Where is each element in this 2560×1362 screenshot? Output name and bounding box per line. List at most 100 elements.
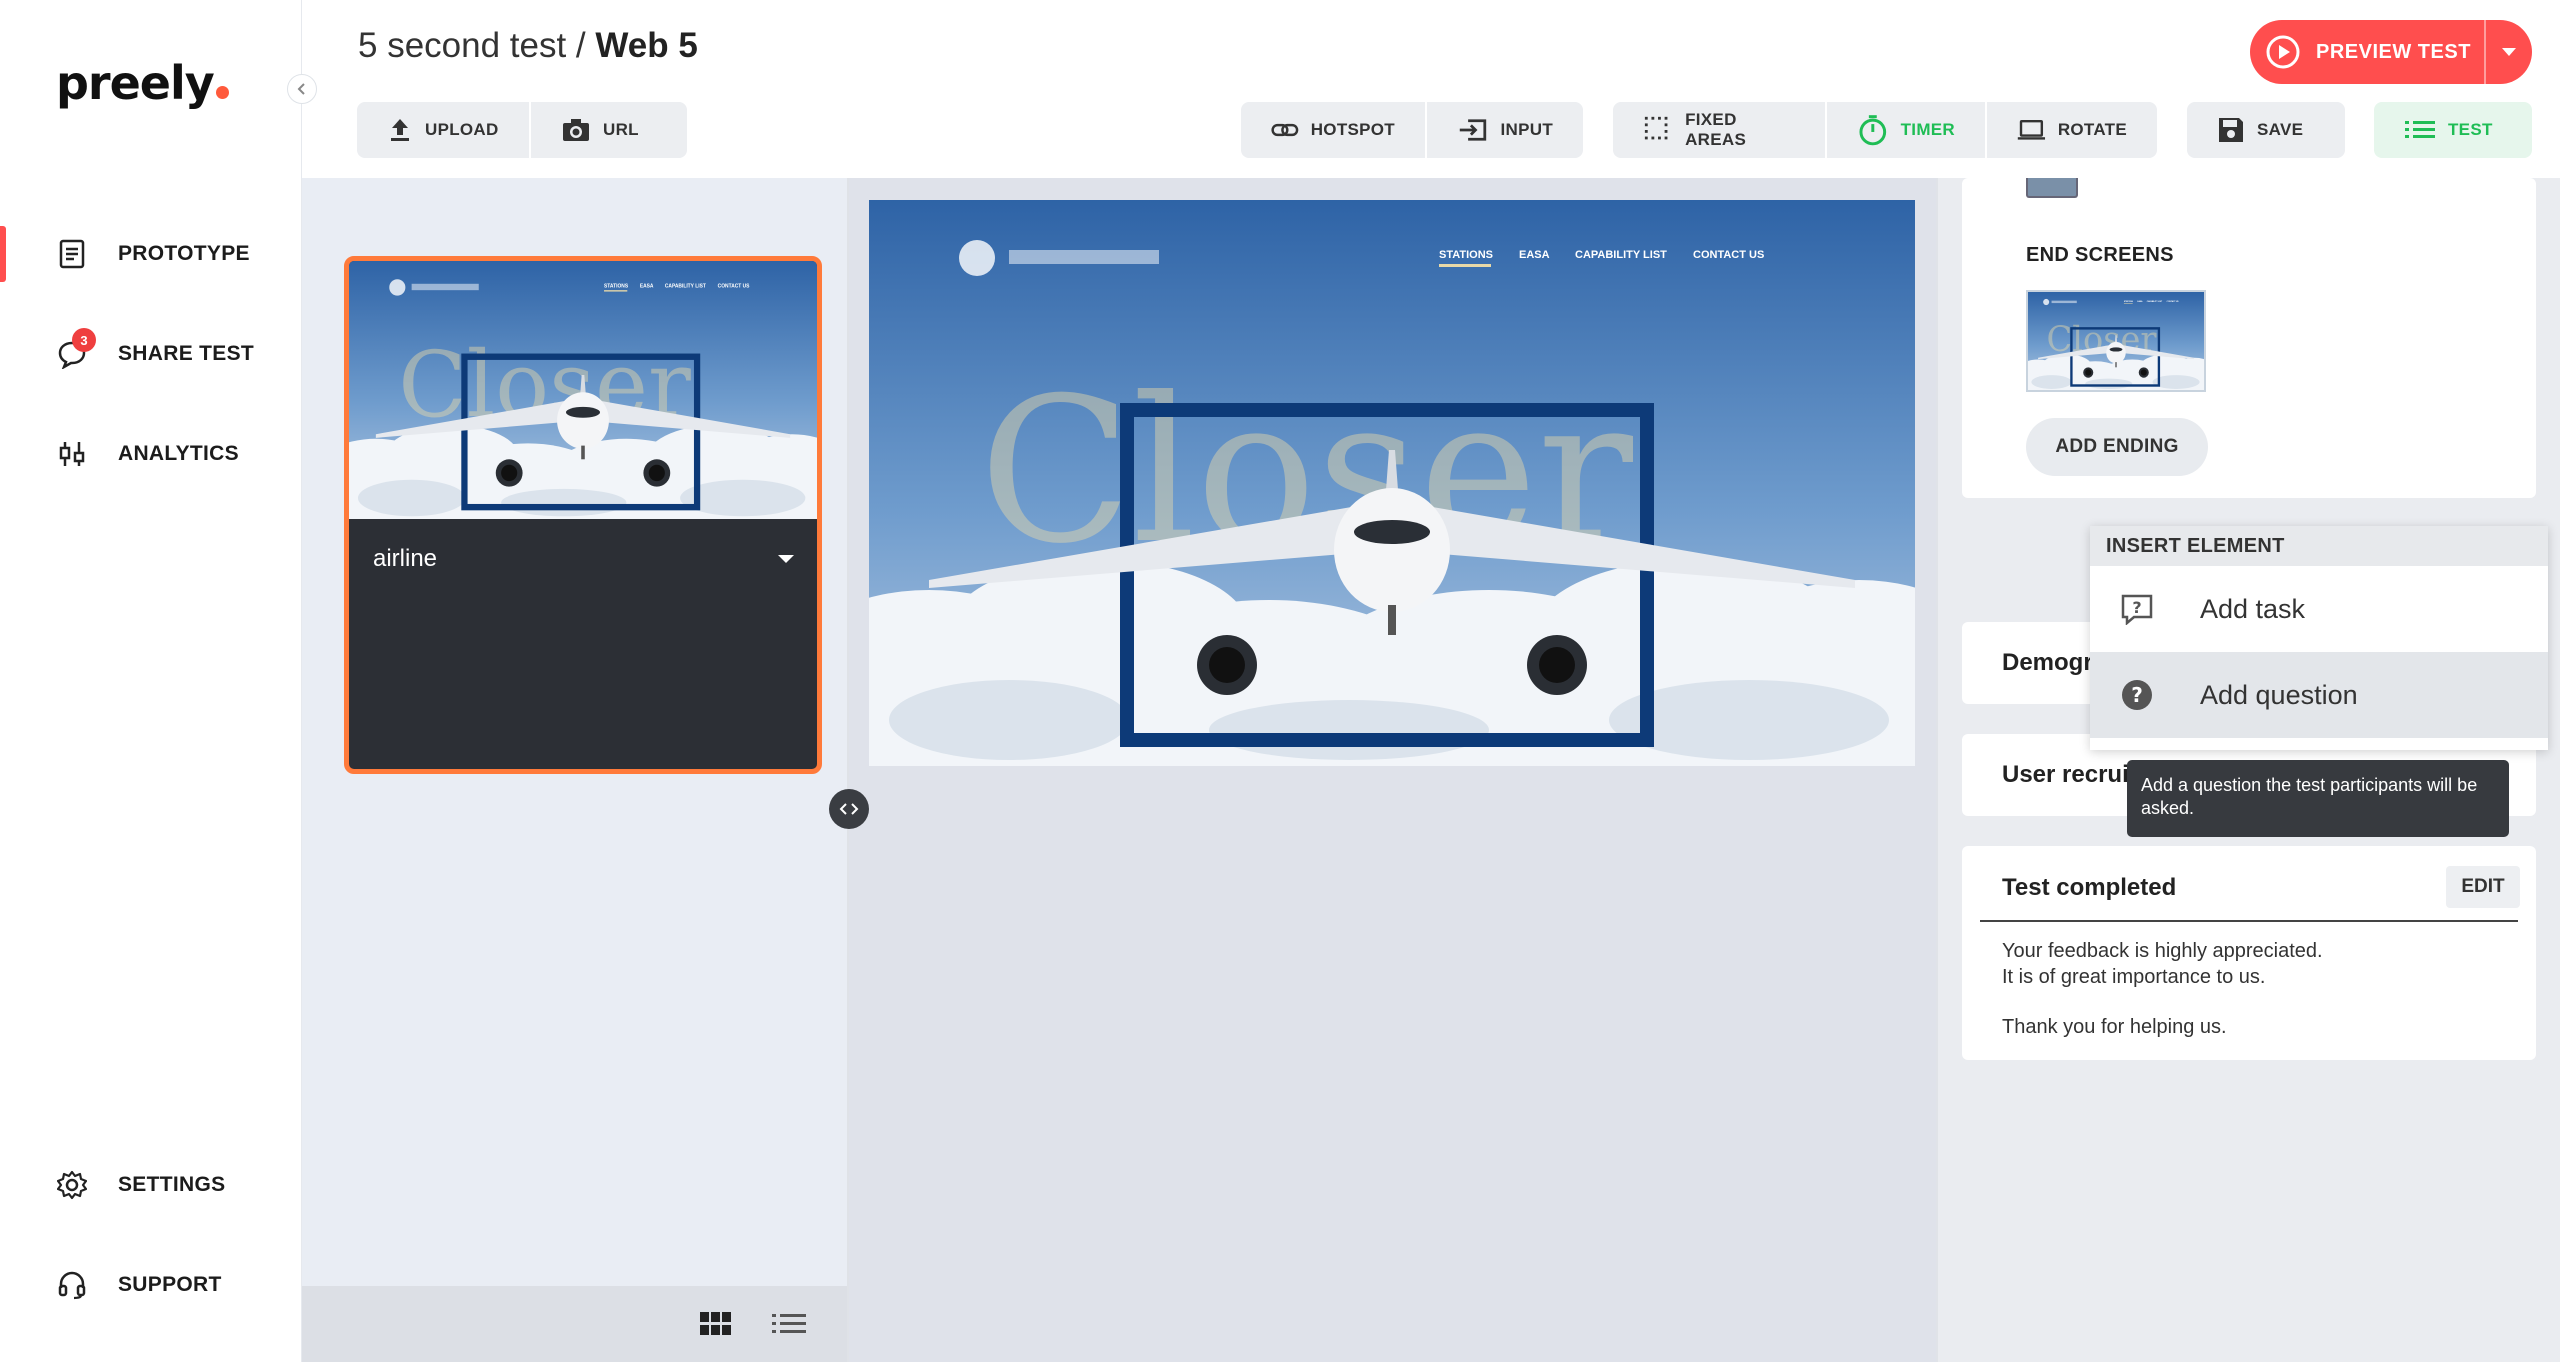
save-toolbar: SAVE (2187, 102, 2345, 158)
add-question-tooltip: Add a question the test participants wil… (2127, 760, 2509, 837)
screen-menu-caret-icon[interactable] (777, 553, 795, 565)
view-toggle-bar (302, 1286, 847, 1362)
sidebar-item-label: SETTINGS (118, 1173, 226, 1196)
sidebar-item-analytics[interactable]: ANALYTICS (0, 420, 302, 488)
screen-name-bar: airline (349, 524, 817, 594)
list-icon (2405, 121, 2435, 138)
input-icon (1459, 119, 1487, 141)
insert-element-menu: INSERT ELEMENT ? Add task ? Add question (2090, 526, 2548, 750)
analytics-icon (56, 438, 88, 470)
save-button[interactable]: SAVE (2187, 102, 2345, 158)
prototype-screen-image (869, 200, 1915, 766)
notification-badge: 3 (72, 328, 96, 352)
timer-button[interactable]: TIMER (1827, 102, 1987, 158)
test-completed-title: Test completed (2002, 874, 2177, 901)
edit-button[interactable]: EDIT (2446, 866, 2520, 908)
tools-toolbar: FIXED AREAS TIMER ROTATE (1613, 102, 2157, 158)
test-type: 5 second test / (358, 26, 586, 65)
message-line: Thank you for helping us. (2002, 1016, 2227, 1038)
sidebar: preely PROTOTYPE 3 SHARE TEST ANALYTICS … (0, 0, 302, 1362)
start-screen-thumbnail[interactable] (2026, 178, 2078, 198)
sidebar-item-support[interactable]: SUPPORT (0, 1251, 302, 1319)
resize-handle[interactable] (829, 789, 869, 829)
collapse-sidebar-button[interactable] (287, 74, 317, 104)
task-icon: ? (2121, 594, 2153, 625)
screen-thumbnail[interactable]: airline (344, 256, 822, 774)
add-ending-button[interactable]: ADD ENDING (2026, 418, 2208, 476)
add-task-label: Add task (2200, 593, 2306, 624)
link-icon (1271, 123, 1299, 137)
logo-text: preely (56, 56, 215, 110)
input-label: INPUT (1500, 120, 1553, 139)
preview-options-dropdown[interactable] (2484, 20, 2532, 84)
sidebar-item-label: SUPPORT (118, 1273, 222, 1296)
fixed-areas-icon (1644, 116, 1668, 140)
sidebar-item-share-test[interactable]: 3 SHARE TEST (0, 320, 302, 388)
test-toolbar: TEST (2374, 102, 2532, 158)
url-button[interactable]: URL (531, 102, 687, 158)
upload-icon (391, 119, 409, 141)
play-circle-icon (2266, 35, 2300, 69)
end-screens-card: END SCREENS ADD ENDING (1962, 178, 2536, 498)
headset-icon (56, 1269, 88, 1301)
save-icon (2219, 118, 2243, 142)
completion-message: Your feedback is highly appreciated. It … (2002, 938, 2323, 1040)
end-screen-thumbnail[interactable] (2026, 290, 2206, 392)
insert-element-header: INSERT ELEMENT (2090, 526, 2548, 566)
screen-preview-image (349, 261, 817, 519)
rotate-label: ROTATE (2057, 120, 2127, 139)
chevron-left-icon (297, 83, 305, 95)
sidebar-item-label: SHARE TEST (118, 342, 255, 365)
timer-label: TIMER (1900, 120, 1955, 139)
input-button[interactable]: INPUT (1427, 102, 1583, 158)
svg-text:?: ? (2131, 683, 2143, 707)
chat-bubble-icon: 3 (56, 328, 96, 370)
divider (1980, 920, 2518, 922)
upload-toolbar: UPLOAD URL (357, 102, 687, 158)
sidebar-item-label: PROTOTYPE (118, 242, 250, 265)
message-line: Your feedback is highly appreciated. (2002, 940, 2323, 962)
screens-panel: airline (302, 178, 847, 1362)
end-screens-label: END SCREENS (2026, 244, 2174, 266)
caret-down-icon (2502, 48, 2516, 56)
save-label: SAVE (2257, 120, 2304, 139)
preely-logo[interactable]: preely (56, 56, 229, 110)
rotate-button[interactable]: ROTATE (1987, 102, 2157, 158)
question-circle-icon: ? (2122, 680, 2152, 710)
add-question-label: Add question (2200, 679, 2358, 710)
fixed-areas-button[interactable]: FIXED AREAS (1613, 102, 1827, 158)
add-question-item[interactable]: ? Add question (2090, 652, 2548, 738)
sidebar-item-label: ANALYTICS (118, 442, 239, 465)
test-label: TEST (2448, 120, 2493, 139)
add-task-item[interactable]: ? Add task (2090, 566, 2548, 652)
prototype-canvas[interactable] (849, 178, 1936, 1362)
list-view-icon[interactable] (771, 1312, 807, 1336)
test-button[interactable]: TEST (2374, 102, 2532, 158)
project-name[interactable]: Web 5 (595, 26, 697, 65)
sidebar-item-prototype[interactable]: PROTOTYPE (0, 220, 302, 288)
fixed-areas-label: FIXED AREAS (1685, 110, 1747, 149)
screen-name: airline (373, 545, 438, 572)
code-arrows-icon (839, 803, 859, 815)
sidebar-item-settings[interactable]: SETTINGS (0, 1151, 302, 1219)
hotspot-button[interactable]: HOTSPOT (1241, 102, 1427, 158)
grid-view-icon[interactable] (699, 1311, 733, 1337)
timer-icon (1859, 115, 1887, 146)
hotspot-toolbar: HOTSPOT INPUT (1241, 102, 1583, 158)
document-icon (56, 238, 88, 270)
url-label: URL (603, 120, 639, 139)
hotspot-label: HOTSPOT (1310, 120, 1395, 139)
camera-icon (563, 119, 589, 141)
page-title: 5 second test / Web 5 (358, 26, 698, 66)
upload-label: UPLOAD (425, 120, 499, 139)
test-completed-card: Test completed EDIT Your feedback is hig… (1962, 846, 2536, 1060)
svg-text:?: ? (2132, 598, 2141, 617)
preview-test-main[interactable]: PREVIEW TEST (2250, 20, 2484, 84)
preview-test-button[interactable]: PREVIEW TEST (2250, 20, 2532, 84)
logo-dot (215, 86, 229, 99)
gear-icon (56, 1169, 88, 1201)
preview-test-label: PREVIEW TEST (2316, 40, 2471, 63)
upload-button[interactable]: UPLOAD (357, 102, 531, 158)
message-line: It is of great importance to us. (2002, 966, 2266, 988)
laptop-icon (2017, 119, 2046, 140)
